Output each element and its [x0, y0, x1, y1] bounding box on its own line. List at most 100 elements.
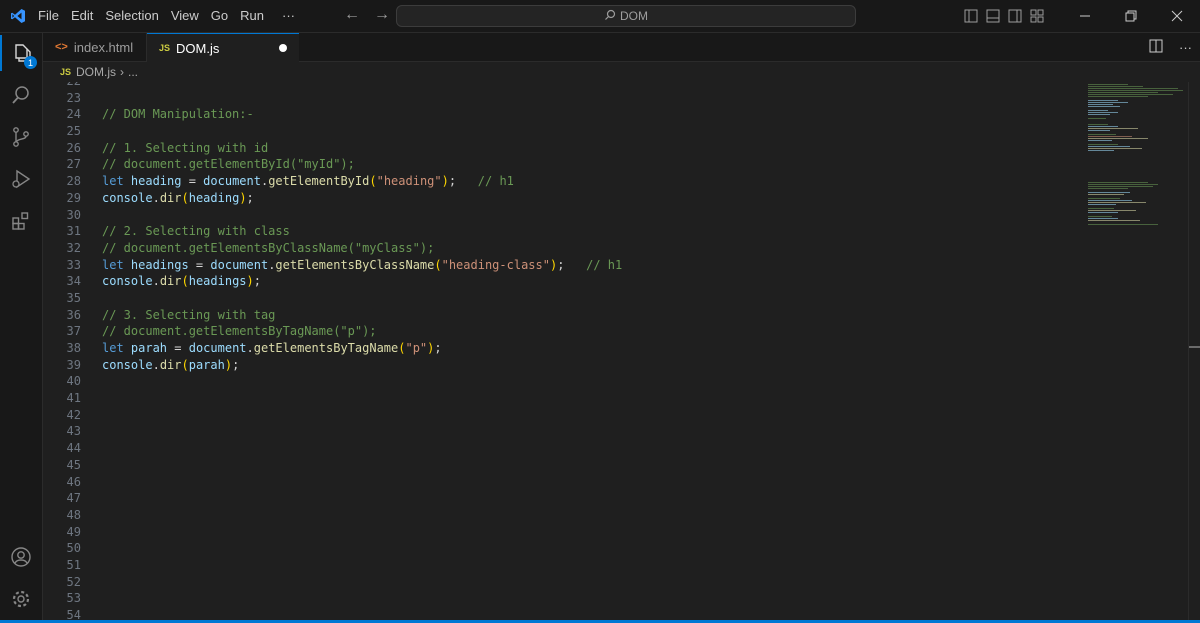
- customize-layout-icon[interactable]: [1026, 0, 1048, 32]
- editor-actions: ···: [1149, 33, 1192, 61]
- toggle-secondary-sidebar-icon[interactable]: [1004, 0, 1026, 32]
- code-line[interactable]: // 2. Selecting with class: [102, 223, 622, 240]
- tab-index-html[interactable]: <> index.html: [43, 33, 147, 61]
- menu-file[interactable]: File: [32, 0, 65, 32]
- code-line[interactable]: let parah = document.getElementsByTagNam…: [102, 340, 622, 357]
- command-center-search[interactable]: DOM: [396, 5, 856, 27]
- minimap-line: [1088, 204, 1116, 205]
- toggle-panel-icon[interactable]: [982, 0, 1004, 32]
- restore-icon[interactable]: [1108, 0, 1154, 32]
- code-line[interactable]: // document.getElementById("myId");: [102, 156, 622, 173]
- more-actions-icon[interactable]: ···: [1179, 40, 1192, 55]
- code-line[interactable]: [102, 207, 622, 224]
- code-line[interactable]: // 1. Selecting with id: [102, 140, 622, 157]
- breadcrumb-symbol[interactable]: ...: [128, 65, 138, 79]
- code-token: .: [246, 341, 254, 355]
- code-line[interactable]: console.dir(headings);: [102, 273, 622, 290]
- code-line[interactable]: let headings = document.getElementsByCla…: [102, 257, 622, 274]
- line-number: 24: [66, 107, 81, 122]
- code-line[interactable]: [102, 123, 622, 140]
- code-editor[interactable]: 2223 24 2526 27 2829 30 3132 33 3435 36 37 38 39 40 41…: [43, 82, 1200, 620]
- minimap-line: [1088, 208, 1114, 209]
- code-line[interactable]: // 3. Selecting with tag: [102, 307, 622, 324]
- minimap-line: [1088, 88, 1178, 89]
- code-token: headings: [188, 274, 247, 289]
- manage-gear-icon[interactable]: [0, 581, 42, 617]
- vertical-scrollbar[interactable]: [1188, 82, 1200, 620]
- code-line[interactable]: console.dir(heading);: [102, 190, 622, 207]
- minimap-line: [1088, 186, 1153, 187]
- toggle-primary-sidebar-icon[interactable]: [960, 0, 982, 32]
- code-token: getElementsByClassName: [275, 257, 435, 272]
- code-token: // document.getElementById("myId");: [102, 157, 355, 172]
- code-line[interactable]: // DOM Manipulation:-: [102, 106, 622, 123]
- run-debug-icon[interactable]: [0, 161, 42, 197]
- code-token: let: [102, 341, 131, 355]
- minimize-icon[interactable]: [1062, 0, 1108, 32]
- line-number: 25: [66, 124, 81, 139]
- minimap-line: [1088, 136, 1132, 137]
- forward-arrow-icon[interactable]: →: [374, 6, 390, 24]
- code-token: .: [152, 190, 160, 205]
- minimap-line: [1088, 130, 1110, 131]
- menu-bar: File Edit Selection View Go Run ···: [32, 0, 301, 32]
- code-line[interactable]: // document.getElementsByClassName("myCl…: [102, 240, 622, 257]
- code-line[interactable]: [102, 90, 622, 107]
- code-token: dir: [159, 190, 182, 205]
- menu-view[interactable]: View: [165, 0, 205, 32]
- code-token: ;: [557, 257, 587, 272]
- extensions-icon[interactable]: [0, 203, 42, 239]
- code-line[interactable]: let heading = document.getElementById("h…: [102, 173, 622, 190]
- code-line[interactable]: console.dir(parah);: [102, 357, 622, 374]
- code-token: heading: [130, 174, 182, 189]
- code-token: .: [152, 357, 160, 372]
- menu-selection[interactable]: Selection: [99, 0, 164, 32]
- code-token: "heading-class": [441, 257, 550, 272]
- close-icon[interactable]: [1154, 0, 1200, 32]
- code-area[interactable]: // DOM Manipulation:- // 1. Selecting wi…: [102, 82, 622, 373]
- search-sidebar-icon[interactable]: [0, 77, 42, 113]
- code-line[interactable]: [102, 82, 622, 90]
- activity-bar: 1: [0, 33, 43, 623]
- line-number: 37: [66, 324, 81, 339]
- back-arrow-icon[interactable]: ←: [344, 6, 360, 24]
- breadcrumb-file[interactable]: DOM.js: [76, 65, 116, 79]
- code-token: (: [434, 257, 442, 272]
- code-token: // h1: [477, 174, 514, 189]
- minimap-line: [1088, 216, 1112, 217]
- code-token: getElementsByTagName: [253, 341, 399, 355]
- line-number: 48: [66, 507, 81, 522]
- line-number: 35: [66, 290, 81, 305]
- minimap-line: [1088, 102, 1128, 103]
- minimap-line: [1088, 94, 1173, 95]
- code-token: let: [102, 174, 131, 189]
- minimap-line: [1088, 106, 1120, 107]
- code-token: ): [246, 274, 254, 289]
- minimap-line: [1088, 188, 1128, 189]
- unsaved-dot-icon[interactable]: [279, 44, 287, 52]
- minimap-line: [1088, 198, 1120, 199]
- code-token: ): [224, 357, 233, 372]
- line-number: 44: [66, 441, 81, 456]
- explorer-icon[interactable]: 1: [0, 35, 42, 71]
- code-token: heading: [188, 190, 240, 205]
- split-editor-icon[interactable]: [1149, 39, 1163, 56]
- menu-more[interactable]: ···: [270, 0, 301, 32]
- line-number: 42: [66, 407, 81, 422]
- minimap[interactable]: [1088, 82, 1188, 242]
- minimap-line: [1088, 134, 1116, 135]
- line-number: 30: [66, 207, 81, 222]
- menu-run[interactable]: Run: [234, 0, 270, 32]
- tab-dom-js[interactable]: JS DOM.js: [147, 33, 299, 62]
- line-number: 26: [66, 140, 81, 155]
- code-line[interactable]: // document.getElementsByTagName("p");: [102, 323, 622, 340]
- accounts-icon[interactable]: [0, 539, 42, 575]
- minimap-line: [1088, 112, 1118, 113]
- menu-edit[interactable]: Edit: [65, 0, 99, 32]
- code-line[interactable]: [102, 290, 622, 307]
- menu-go[interactable]: Go: [205, 0, 234, 32]
- code-token: ): [441, 174, 449, 189]
- source-control-icon[interactable]: [0, 119, 42, 155]
- code-token: // 1. Selecting with id: [102, 140, 269, 155]
- minimap-line: [1088, 192, 1130, 193]
